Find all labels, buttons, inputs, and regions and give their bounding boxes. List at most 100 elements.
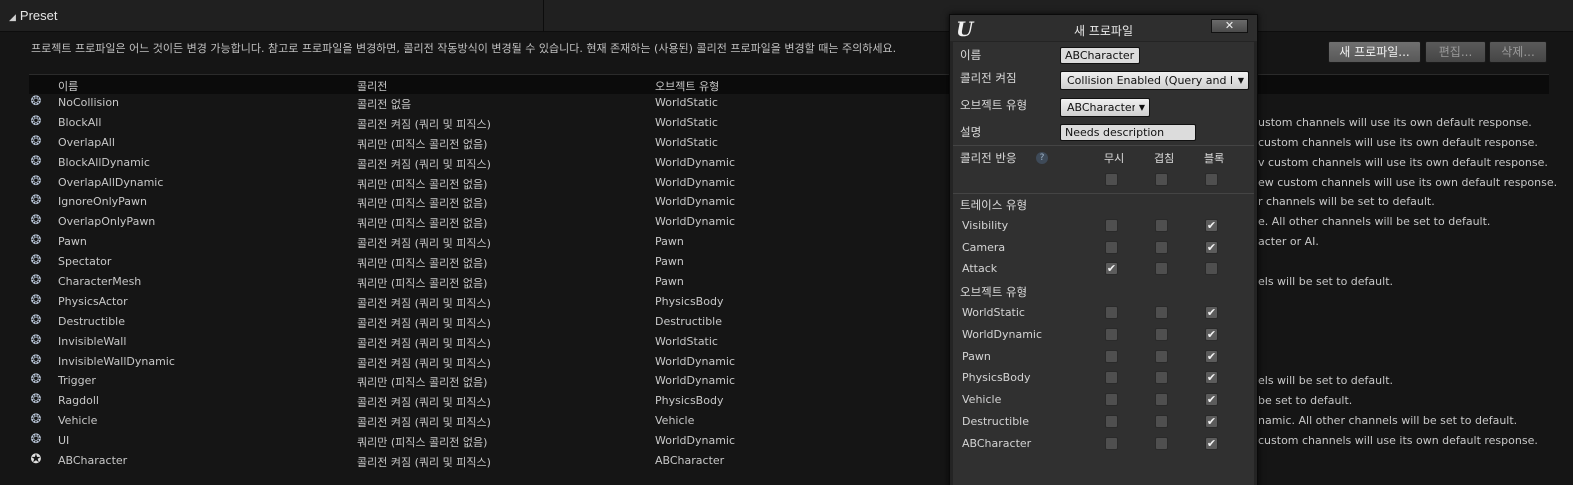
profile-name: Ragdoll	[58, 394, 99, 408]
dropdown-arrow-icon: ▼	[1138, 103, 1145, 112]
edit-profile-button[interactable]: 편집...	[1425, 41, 1486, 63]
block-checkbox[interactable]: ✔	[1205, 371, 1218, 385]
collision-enabled-label: 콜리전 켜짐	[960, 71, 1017, 85]
channel-row: Destructible ✔	[953, 411, 1254, 432]
preset-section-header[interactable]: ◢ Preset	[0, 0, 1573, 32]
column-header-collision[interactable]: 콜리전	[357, 78, 387, 94]
profile-object-type: Pawn	[655, 235, 684, 249]
collision-enabled-dropdown[interactable]: Collision Enabled (Query and Physics) ▼	[1060, 71, 1249, 90]
profile-description: ew custom channels will use its own defa…	[1258, 175, 1558, 189]
profile-row[interactable]: ❂ Destructible 콜리전 켜짐 (쿼리 및 피직스) Destructib…	[29, 312, 1549, 332]
overlap-checkbox[interactable]	[1155, 219, 1168, 232]
description-label: 설명	[960, 125, 982, 139]
profile-description: els will be set to default.	[1258, 374, 1394, 388]
all-overlap-checkbox[interactable]	[1155, 173, 1168, 186]
block-checkbox[interactable]: ✔	[1205, 436, 1218, 450]
dialog-titlebar[interactable]: U 새 프로파일 ✕	[950, 15, 1257, 41]
profile-name: ABCharacter	[58, 454, 128, 468]
channel-name: WorldDynamic	[962, 327, 1043, 341]
block-checkbox[interactable]: ✔	[1205, 327, 1218, 341]
ignore-checkbox[interactable]	[1105, 349, 1118, 363]
profile-row[interactable]: ❂ Trigger 쿼리만 (피직스 콜리전 없음) WorldDynamic els …	[29, 371, 1549, 391]
channel-name: PhysicsBody	[962, 371, 1031, 385]
profile-row[interactable]: ❂ OverlapOnlyPawn 쿼리만 (피직스 콜리전 없음) WorldDyn…	[29, 212, 1549, 232]
overlap-checkbox[interactable]	[1155, 415, 1168, 428]
block-checkbox[interactable]: ✔	[1205, 415, 1218, 428]
profile-object-type: PhysicsBody	[655, 294, 724, 308]
profile-description: e. All other channels will be set to def…	[1258, 215, 1491, 229]
profile-row[interactable]: ❂ CharacterMesh 쿼리만 (피직스 콜리전 없음) Pawn els wi…	[29, 272, 1549, 292]
profile-name: IgnoreOnlyPawn	[58, 195, 148, 209]
profile-row[interactable]: ❂ InvisibleWall 콜리전 켜짐 (쿼리 및 피직스) WorldStat…	[29, 332, 1549, 352]
overlap-checkbox[interactable]	[1155, 349, 1168, 363]
ignore-checkbox[interactable]	[1105, 327, 1118, 341]
overlap-checkbox[interactable]	[1155, 327, 1168, 341]
object-type-dropdown[interactable]: ABCharacter ▼	[1060, 98, 1150, 117]
channel-row: WorldDynamic ✔	[953, 324, 1254, 345]
dropdown-arrow-icon: ▼	[1237, 76, 1244, 85]
all-block-checkbox[interactable]	[1205, 173, 1218, 186]
profile-name-input[interactable]: ABCharacter	[1060, 47, 1140, 64]
all-ignore-checkbox[interactable]	[1105, 173, 1118, 186]
profile-row[interactable]: ❂ IgnoreOnlyPawn 쿼리만 (피직스 콜리전 없음) WorldDyna…	[29, 192, 1549, 212]
help-icon[interactable]: ?	[1036, 152, 1048, 164]
profile-name: BlockAll	[58, 115, 102, 129]
profile-row[interactable]: ❂ Spectator 쿼리만 (피직스 콜리전 없음) Pawn	[29, 252, 1549, 272]
ignore-checkbox[interactable]	[1105, 371, 1118, 385]
profile-row[interactable]: ✪ ABCharacter 콜리전 켜짐 (쿼리 및 피직스) ABCharacter	[29, 451, 1549, 471]
profile-row[interactable]: ❂ OverlapAllDynamic 쿼리만 (피직스 콜리전 없음) WorldD…	[29, 173, 1558, 193]
ignore-checkbox[interactable]	[1105, 415, 1118, 428]
gear-icon: ❂	[30, 173, 42, 189]
gear-icon: ❂	[30, 292, 42, 308]
overlap-checkbox[interactable]	[1155, 306, 1168, 319]
profile-name: OverlapAllDynamic	[58, 175, 164, 189]
new-profile-button[interactable]: 새 프로파일...	[1328, 41, 1421, 63]
gear-icon: ❂	[30, 392, 42, 408]
collapse-triangle-icon[interactable]: ◢	[9, 12, 16, 22]
ignore-checkbox[interactable]	[1105, 393, 1118, 407]
ignore-checkbox[interactable]	[1105, 240, 1118, 254]
profile-row[interactable]: ❂ OverlapAll 쿼리만 (피직스 콜리전 없음) WorldStatic cu…	[29, 133, 1549, 153]
profile-row[interactable]: ❂ Ragdoll 콜리전 켜짐 (쿼리 및 피직스) PhysicsBody be s…	[29, 391, 1549, 411]
block-checkbox[interactable]: ✔	[1205, 306, 1218, 319]
block-checkbox[interactable]	[1205, 262, 1218, 276]
overlap-checkbox[interactable]	[1155, 240, 1168, 254]
block-checkbox[interactable]: ✔	[1205, 240, 1218, 254]
overlap-checkbox[interactable]	[1155, 262, 1168, 276]
profile-table-header: 이름 콜리전 오브젝트 유형	[29, 74, 1549, 94]
profile-row[interactable]: ❂ Vehicle 콜리전 켜짐 (쿼리 및 피직스) Vehicle namic. A…	[29, 411, 1549, 431]
profile-row[interactable]: ❂ PhysicsActor 콜리전 켜짐 (쿼리 및 피직스) PhysicsBod…	[29, 292, 1549, 312]
profile-row[interactable]: ❂ InvisibleWallDynamic 콜리전 켜짐 (쿼리 및 피직스) Wo…	[29, 352, 1549, 372]
preset-description: 프로젝트 프로파일은 어느 것이든 변경 가능합니다. 참고로 프로파일을 변경…	[31, 42, 897, 55]
ignore-checkbox[interactable]	[1105, 219, 1118, 232]
column-header-object-type[interactable]: 오브젝트 유형	[655, 78, 719, 94]
channel-name: Visibility	[962, 219, 1009, 232]
profile-row[interactable]: ❂ BlockAll 콜리전 켜짐 (쿼리 및 피직스) WorldStatic ust…	[29, 113, 1549, 133]
block-checkbox[interactable]: ✔	[1205, 349, 1218, 363]
close-button[interactable]: ✕	[1211, 19, 1248, 33]
ignore-checkbox[interactable]	[1105, 436, 1118, 450]
column-header-name[interactable]: 이름	[58, 78, 78, 94]
block-checkbox[interactable]: ✔	[1205, 393, 1218, 407]
ignore-checkbox[interactable]	[1105, 306, 1118, 319]
profile-object-type: WorldDynamic	[655, 155, 736, 169]
description-input[interactable]: Needs description	[1060, 124, 1196, 141]
preset-title[interactable]: ◢ Preset	[9, 8, 58, 23]
delete-profile-button[interactable]: 삭제...	[1489, 41, 1547, 63]
profile-row[interactable]: ❂ NoCollision 콜리전 없음 WorldStatic	[29, 93, 1549, 113]
profile-row[interactable]: ❂ Pawn 콜리전 켜짐 (쿼리 및 피직스) Pawn acter or AI.	[29, 232, 1549, 252]
overlap-checkbox[interactable]	[1155, 436, 1168, 450]
profile-row[interactable]: ❂ BlockAllDynamic 콜리전 켜짐 (쿼리 및 피직스) WorldDy…	[29, 153, 1549, 173]
block-checkbox[interactable]: ✔	[1205, 219, 1218, 232]
channel-row: Pawn ✔	[953, 346, 1254, 367]
profile-object-type: Pawn	[655, 255, 684, 269]
profile-collision: 콜리전 켜짐 (쿼리 및 피직스)	[357, 316, 491, 330]
object-type-label: 오브젝트 유형	[960, 98, 1028, 112]
overlap-checkbox[interactable]	[1155, 371, 1168, 385]
dialog-body: 이름 ABCharacter 콜리전 켜짐 Collision Enabled …	[953, 42, 1254, 485]
profile-name: Trigger	[58, 374, 96, 388]
profile-row[interactable]: ❂ UI 쿼리만 (피직스 콜리전 없음) WorldDynamic custom ch…	[29, 431, 1549, 451]
gear-icon: ❂	[30, 312, 42, 328]
ignore-checkbox[interactable]: ✔	[1105, 262, 1118, 276]
overlap-checkbox[interactable]	[1155, 393, 1168, 407]
